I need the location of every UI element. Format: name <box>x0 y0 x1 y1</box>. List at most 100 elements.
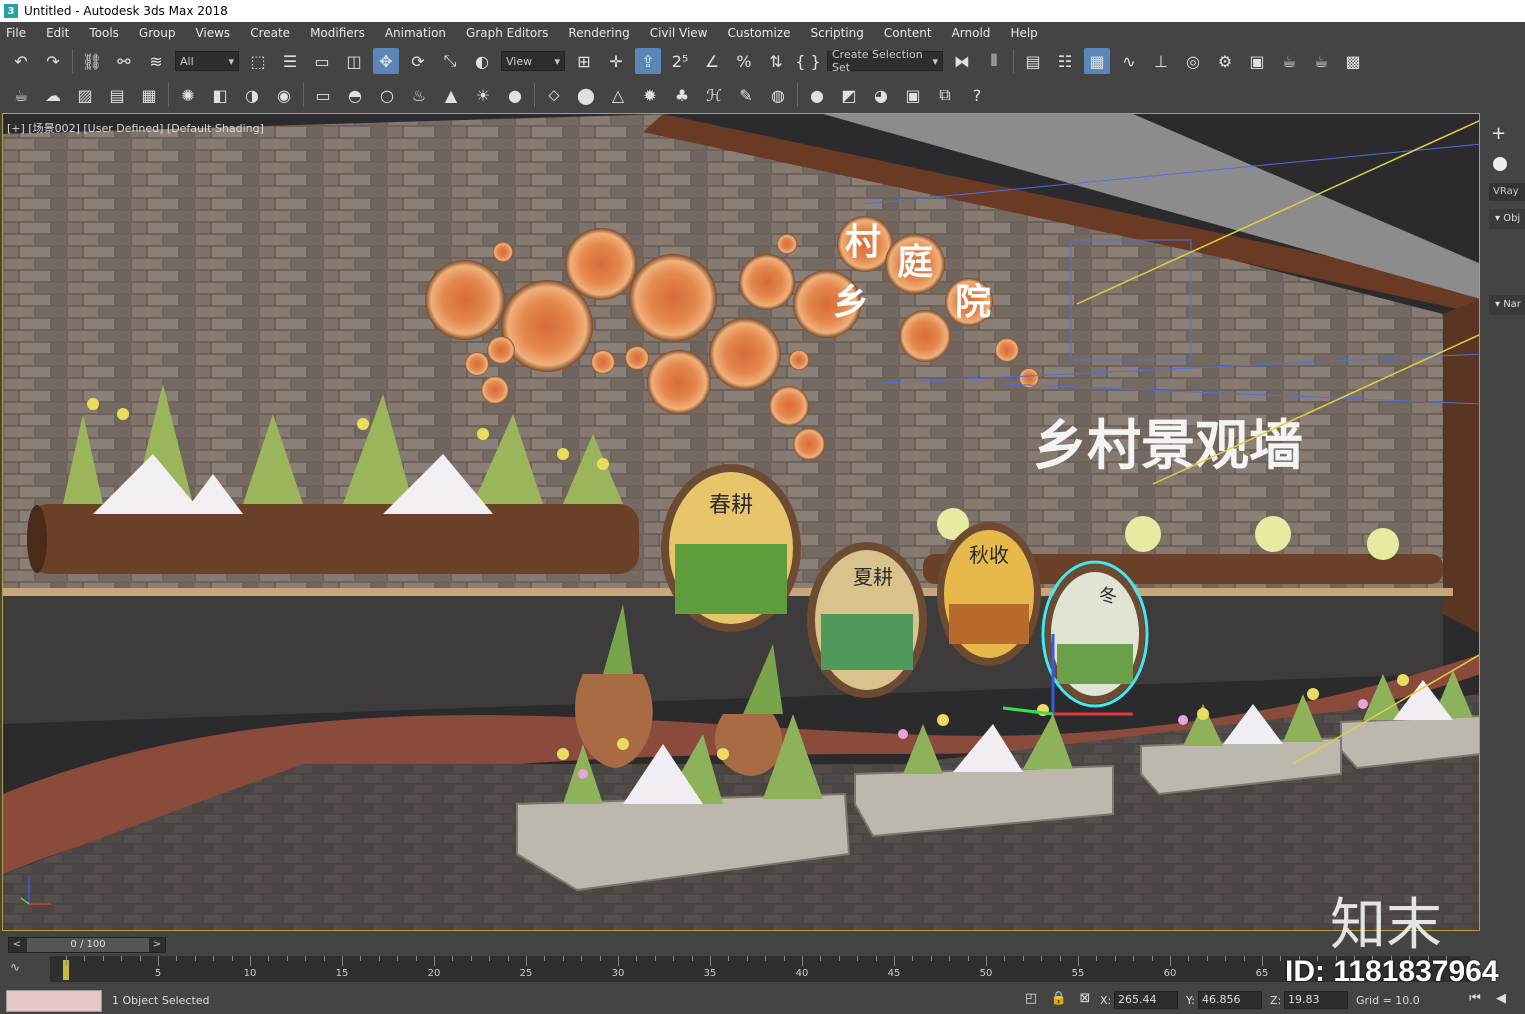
menu-edit[interactable]: Edit <box>46 26 69 40</box>
viewport-label[interactable]: [+] [场景002] [User Defined] [Default Shad… <box>7 120 264 136</box>
select-by-name-icon[interactable]: ☰ <box>277 48 303 74</box>
material-sphere-icon[interactable]: ● <box>804 82 830 108</box>
geometry-icon[interactable] <box>1493 157 1507 171</box>
lock-selection-icon[interactable]: 🔒 <box>1050 991 1068 1009</box>
hair-icon[interactable]: ℋ <box>701 82 727 108</box>
time-slider[interactable]: < 0 / 100 > <box>8 937 166 953</box>
undo-icon[interactable]: ↶ <box>8 48 34 74</box>
menu-tools[interactable]: Tools <box>89 26 119 40</box>
mirror-icon[interactable]: ⧓ <box>949 48 975 74</box>
angle-snap-icon[interactable]: ∠ <box>699 48 725 74</box>
menu-animation[interactable]: Animation <box>385 26 446 40</box>
curve-editor-mini-icon[interactable]: ∿ <box>10 960 20 974</box>
menu-help[interactable]: Help <box>1010 26 1037 40</box>
scene-explorer-icon[interactable]: ▤ <box>1020 48 1046 74</box>
cloud-icon[interactable]: ☁ <box>40 82 66 108</box>
menu-content[interactable]: Content <box>884 26 932 40</box>
unlink-icon[interactable]: ⚯ <box>111 48 137 74</box>
menu-civil-view[interactable]: Civil View <box>650 26 708 40</box>
curve-editor-icon[interactable]: ∿ <box>1116 48 1142 74</box>
edit-named-selection-icon[interactable]: { } <box>795 48 821 74</box>
scene-converter-icon[interactable]: ◕ <box>868 82 894 108</box>
plane-light-icon[interactable]: ▭ <box>310 82 336 108</box>
help-icon[interactable]: ? <box>964 82 990 108</box>
move-icon[interactable]: ✥ <box>373 48 399 74</box>
ies-light-icon[interactable]: ♨ <box>406 82 432 108</box>
rendered-frame-window-icon[interactable]: ▣ <box>1244 48 1270 74</box>
fur-icon[interactable]: ✹ <box>637 82 663 108</box>
name-color-rollout[interactable]: ▾ Nar <box>1489 295 1525 315</box>
copy-icon[interactable]: ⧉ <box>932 82 958 108</box>
go-to-start-icon[interactable]: ⏮ <box>1466 991 1484 1009</box>
layer-explorer-icon[interactable]: ☷ <box>1052 48 1078 74</box>
material-editor-icon[interactable]: ◎ <box>1180 48 1206 74</box>
pivot-center-icon[interactable]: ⊞ <box>571 48 597 74</box>
object-type-rollout[interactable]: ▾ Obj <box>1489 209 1525 229</box>
scale-icon[interactable]: ⤡ <box>437 48 463 74</box>
redo-icon[interactable]: ↷ <box>40 48 66 74</box>
render-setup-icon[interactable]: ⚙ <box>1212 48 1238 74</box>
list-icon[interactable]: ▤ <box>104 82 130 108</box>
schematic-view-icon[interactable]: ⊥ <box>1148 48 1174 74</box>
image-icon[interactable]: ▨ <box>72 82 98 108</box>
named-selection-sets-dropdown[interactable]: Create Selection Set ▾ <box>827 48 943 74</box>
time-next-icon[interactable]: > <box>149 938 165 952</box>
sun-icon[interactable]: ☀ <box>470 82 496 108</box>
snaps-toggle-icon[interactable]: 2⁵ <box>667 48 693 74</box>
teapot-icon[interactable]: ☕ <box>8 82 34 108</box>
menu-modifiers[interactable]: Modifiers <box>310 26 365 40</box>
place-icon[interactable]: ◐ <box>469 48 495 74</box>
mesh-export-icon[interactable]: ⬤ <box>573 82 599 108</box>
menu-file[interactable]: File <box>6 26 26 40</box>
toggle-ribbon-icon[interactable]: ▦ <box>1084 48 1110 74</box>
grass-icon[interactable]: ♣ <box>669 82 695 108</box>
z-coordinate-field[interactable]: 19.83 <box>1284 991 1348 1009</box>
select-object-icon[interactable]: ⬚ <box>245 48 271 74</box>
object-properties-icon[interactable]: ◩ <box>836 82 862 108</box>
rotate-icon[interactable]: ⟳ <box>405 48 431 74</box>
sphere-shade-icon[interactable]: ◑ <box>239 82 265 108</box>
proxy-icon[interactable]: ⬦ <box>541 82 567 108</box>
x-coordinate-field[interactable]: 265.44 <box>1114 991 1178 1009</box>
maxscript-listener[interactable] <box>6 990 102 1012</box>
track-bar[interactable]: 5 10 15 20 25 30 35 40 45 50 55 60 65 <box>50 956 1470 982</box>
frame-buffer-icon[interactable]: ▣ <box>900 82 926 108</box>
keyboard-shortcut-override-icon[interactable]: ⇪ <box>635 48 661 74</box>
menu-graph-editors[interactable]: Graph Editors <box>466 26 548 40</box>
window-crossing-icon[interactable]: ◫ <box>341 48 367 74</box>
vray-frame-buffer-icon[interactable]: ▩ <box>1340 48 1366 74</box>
ambient-light-icon[interactable]: ● <box>502 82 528 108</box>
feather-icon[interactable]: ✎ <box>733 82 759 108</box>
menu-customize[interactable]: Customize <box>727 26 790 40</box>
reference-coordinate-dropdown[interactable]: View ▾ <box>501 51 565 71</box>
renderer-category-dropdown[interactable]: VRay <box>1489 183 1525 201</box>
sphere-fade-icon[interactable]: ◍ <box>765 82 791 108</box>
menu-scripting[interactable]: Scripting <box>810 26 863 40</box>
render-iterative-icon[interactable]: ☕ <box>1308 48 1334 74</box>
plane-icon[interactable]: △ <box>605 82 631 108</box>
percent-snap-icon[interactable]: % <box>731 48 757 74</box>
create-tab-icon[interactable]: + <box>1491 123 1506 144</box>
menu-arnold[interactable]: Arnold <box>952 26 991 40</box>
isolate-selection-icon[interactable]: ◰ <box>1022 991 1040 1009</box>
spot-light-icon[interactable]: ▲ <box>438 82 464 108</box>
link-icon[interactable]: ⛓ <box>79 48 105 74</box>
select-manipulate-icon[interactable]: ✛ <box>603 48 629 74</box>
menu-create[interactable]: Create <box>250 26 290 40</box>
menu-group[interactable]: Group <box>139 26 176 40</box>
render-production-icon[interactable]: ☕ <box>1276 48 1302 74</box>
camera-icon[interactable]: ◧ <box>207 82 233 108</box>
absolute-mode-icon[interactable]: ⊠ <box>1076 991 1094 1009</box>
dome-light-icon[interactable]: ◓ <box>342 82 368 108</box>
bind-space-warp-icon[interactable]: ≋ <box>143 48 169 74</box>
selection-filter-dropdown[interactable]: All ▾ <box>175 51 239 71</box>
light-lister-icon[interactable]: ✺ <box>175 82 201 108</box>
previous-frame-icon[interactable]: ◀ <box>1492 991 1510 1009</box>
rect-selection-icon[interactable]: ▭ <box>309 48 335 74</box>
sphere-light-icon[interactable]: ○ <box>374 82 400 108</box>
time-prev-icon[interactable]: < <box>9 938 25 952</box>
menu-views[interactable]: Views <box>195 26 230 40</box>
spinner-snap-icon[interactable]: ⇅ <box>763 48 789 74</box>
plate-winter-selected[interactable] <box>1041 560 1149 708</box>
y-coordinate-field[interactable]: 46.856 <box>1198 991 1262 1009</box>
